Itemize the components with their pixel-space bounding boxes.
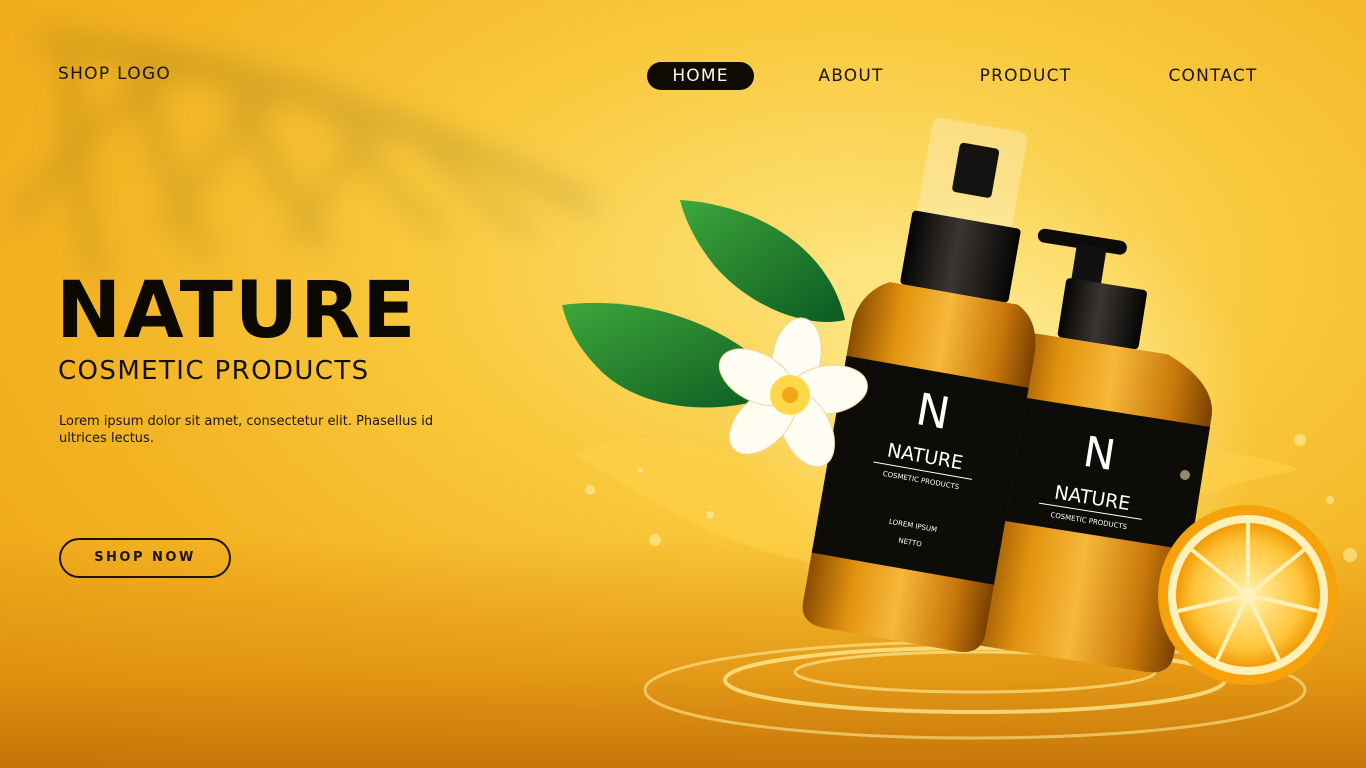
nav-home[interactable]: HOME xyxy=(647,62,754,90)
nav-about[interactable]: ABOUT xyxy=(805,62,897,90)
nav-product[interactable]: PRODUCT xyxy=(966,62,1085,90)
orange-slice-icon xyxy=(1158,505,1338,685)
hero-title: NATURE xyxy=(56,266,418,356)
nav-contact[interactable]: CONTACT xyxy=(1158,62,1268,90)
shop-now-button[interactable]: SHOP NOW xyxy=(59,538,231,578)
hero-description: Lorem ipsum dolor sit amet, consectetur … xyxy=(59,414,434,447)
product-artwork: N NATURE COSMETIC PRODUCTS N NATURE COSM… xyxy=(562,117,1357,740)
main-nav: HOME ABOUT PRODUCT CONTACT xyxy=(0,62,1366,90)
hero-subtitle: COSMETIC PRODUCTS xyxy=(58,356,370,386)
